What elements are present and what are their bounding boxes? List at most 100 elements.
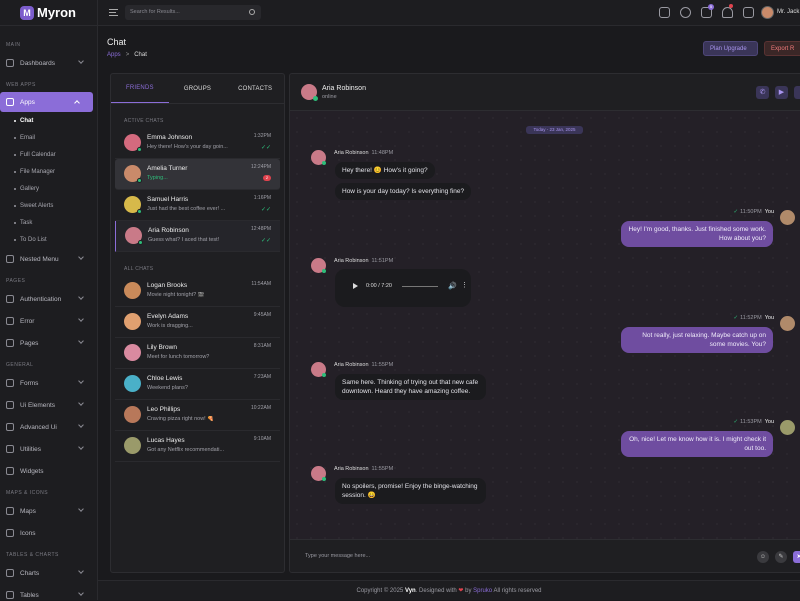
sidebar-subitem-todo[interactable]: To Do List (0, 231, 97, 248)
chat-list-item[interactable]: Aria Robinson Guess what? I aced that tes… (115, 221, 280, 252)
send-button[interactable]: ➤ (793, 551, 800, 563)
chart-icon (6, 569, 14, 577)
contact-status: online (322, 94, 337, 100)
sidebar-subitem-email[interactable]: Email (0, 129, 97, 146)
search-input[interactable]: Search for Results... (125, 5, 261, 20)
message-composer: Type your message here... ☺ ✎ ➤ (290, 539, 800, 572)
file-icon (6, 339, 14, 347)
attachment-icon[interactable]: ✎ (775, 551, 787, 563)
audio-player[interactable]: 0:00 / 7:20 🔊 ⋮ (335, 269, 471, 307)
sidebar-subitem-file-manager[interactable]: File Manager (0, 163, 97, 180)
chevron-down-icon (78, 294, 84, 300)
message-meta: Aria Robinson 11:55PM (334, 466, 393, 472)
logo[interactable]: M Myron (0, 0, 97, 26)
sidebar-item-apps[interactable]: Apps (0, 92, 93, 112)
message-time: 1:16PM (253, 195, 271, 201)
chat-list-item[interactable]: Evelyn Adams Work is dragging... 9:45AM (115, 307, 280, 338)
sidebar-item-widgets[interactable]: Widgets (0, 460, 97, 482)
plan-upgrade-button[interactable]: Plan Upgrade (703, 41, 758, 56)
sidebar-subitem-calendar[interactable]: Full Calendar (0, 146, 97, 163)
sidebar-subitem-sweet-alerts[interactable]: Sweet Alerts (0, 197, 97, 214)
read-check-icon: ✓ (733, 419, 739, 425)
user-avatar[interactable] (761, 6, 774, 19)
last-message: Typing... (147, 175, 168, 181)
sidebar-subitem-chat[interactable]: Chat (0, 112, 97, 129)
message-meta: Aria Robinson 11:51PM (334, 258, 393, 264)
footer: Copyright © 2025 Vyn. Designed with ❤ by… (98, 580, 800, 600)
user-name[interactable]: Mr. Jack (777, 9, 799, 15)
footer-author-link[interactable]: Spruko (473, 588, 492, 594)
search-icon[interactable] (249, 9, 255, 15)
message-time: 11:54AM (251, 281, 271, 287)
bell-icon[interactable] (722, 7, 733, 18)
sidebar-subitem-task[interactable]: Task (0, 214, 97, 231)
theme-toggle-icon[interactable] (680, 7, 691, 18)
my-avatar (780, 210, 795, 225)
last-message: Got any Netflix recommendati... (147, 447, 225, 453)
sidebar-item-forms[interactable]: Forms (0, 372, 97, 394)
read-check-icon: ✓✓ (260, 207, 271, 213)
last-message: Work is dragging... (147, 323, 193, 329)
online-indicator (322, 477, 326, 481)
read-check-icon: ✓ (733, 209, 739, 215)
tool-icon (6, 445, 14, 453)
pen-icon (6, 423, 14, 431)
audio-progress-bar[interactable] (402, 286, 438, 287)
chat-list-item[interactable]: Samuel Harris Just had the best coffee ev… (115, 190, 280, 221)
chat-list-tabs: FRIENDS GROUPS CONTACTS (111, 74, 284, 104)
sidebar-item-ui-elements[interactable]: Ui Elements (0, 394, 97, 416)
online-indicator (137, 209, 142, 214)
sidebar: M Myron MAIN Dashboards WEB APPS Apps Ch… (0, 0, 98, 600)
more-options-icon[interactable]: ⋮ (461, 281, 468, 289)
sidebar-item-advanced-ui[interactable]: Advanced Ui (0, 416, 97, 438)
chat-list-item[interactable]: Lucas Hayes Got any Netflix recommendati.… (115, 431, 280, 462)
sidebar-item-error[interactable]: Error (0, 310, 97, 332)
sidebar-item-pages[interactable]: Pages (0, 332, 97, 354)
menu-toggle-icon[interactable] (109, 9, 118, 16)
sidebar-item-dashboards[interactable]: Dashboards (0, 52, 97, 74)
video-call-icon[interactable]: ▶ (775, 86, 788, 99)
more-options-icon[interactable]: ⋮ (794, 86, 800, 99)
chat-list-item[interactable]: Amelia Turner Typing... 12:24PM 2 (115, 159, 280, 190)
contact-avatar (124, 437, 141, 454)
chevron-down-icon (78, 422, 84, 428)
message-time: 8:31AM (253, 343, 271, 349)
chat-list-item[interactable]: Logan Brooks Movie night tonight? 🎬 11:54A… (115, 276, 280, 307)
sidebar-item-maps[interactable]: Maps (0, 500, 97, 522)
my-avatar (780, 316, 795, 331)
sidebar-item-icons[interactable]: Icons (0, 522, 97, 544)
tab-groups[interactable]: GROUPS (169, 74, 227, 103)
message-list: Today - 23 Jan, 2025 Aria Robinson 11:48P… (290, 111, 800, 539)
sidebar-item-utilities[interactable]: Utilities (0, 438, 97, 460)
contact-name: Leo Phillips (147, 406, 181, 413)
tab-contacts[interactable]: CONTACTS (226, 74, 284, 103)
sidebar-subitem-gallery[interactable]: Gallery (0, 180, 97, 197)
chevron-up-icon (74, 100, 80, 106)
fullscreen-icon[interactable] (743, 7, 754, 18)
tab-friends[interactable]: FRIENDS (111, 74, 169, 103)
language-icon[interactable] (659, 7, 670, 18)
chat-list-item[interactable]: Emma Johnson Hey there! How's your day go… (115, 128, 280, 159)
export-button[interactable]: Export R (764, 41, 800, 56)
sidebar-item-authentication[interactable]: Authentication (0, 288, 97, 310)
phone-call-icon[interactable]: ✆ (756, 86, 769, 99)
chat-list-item[interactable]: Chloe Lewis Weekend plans? 7:23AM (115, 369, 280, 400)
sidebar-item-charts[interactable]: Charts (0, 562, 97, 584)
sidebar-item-nested-menu[interactable]: Nested Menu (0, 248, 97, 270)
contact-avatar (124, 313, 141, 330)
chat-list-item[interactable]: Lily Brown Meet for lunch tomorrow? 8:31AM (115, 338, 280, 369)
volume-icon[interactable]: 🔊 (448, 282, 457, 290)
message-meta: Aria Robinson 11:48PM (334, 150, 393, 156)
home-icon (6, 59, 14, 67)
play-icon[interactable] (353, 283, 358, 289)
breadcrumb-apps[interactable]: Apps (107, 52, 121, 58)
cart-count-badge: 5 (708, 4, 714, 10)
message-input[interactable]: Type your message here... (305, 553, 370, 559)
chat-list-item[interactable]: Leo Phillips Craving pizza right now! 🍕 10… (115, 400, 280, 431)
online-indicator (322, 269, 326, 273)
emoji-icon[interactable]: ☺ (757, 551, 769, 563)
contact-avatar (124, 375, 141, 392)
sidebar-category: PAGES (6, 278, 26, 284)
box-icon (6, 401, 14, 409)
sidebar-item-tables[interactable]: Tables (0, 584, 97, 600)
